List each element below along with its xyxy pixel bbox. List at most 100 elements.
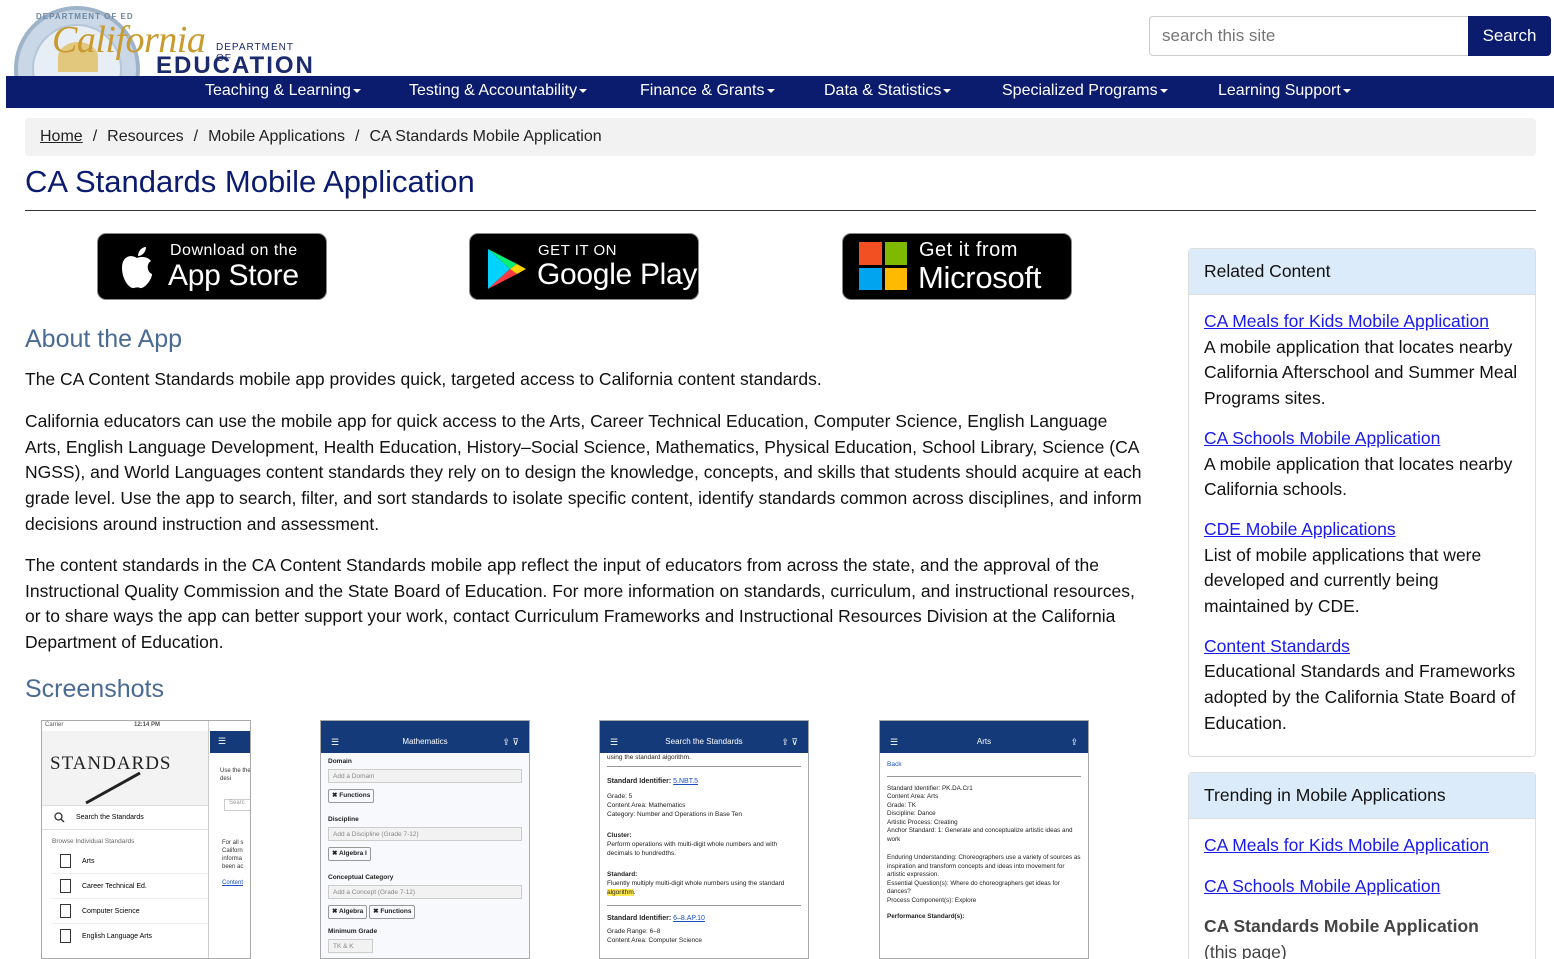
- trending-current-note: (this page): [1204, 942, 1287, 959]
- list-item[interactable]: English Language Arts: [52, 924, 208, 949]
- screenshot-home[interactable]: Carrier 12:14 PM STANDARDS Search the St…: [41, 720, 251, 959]
- about-paragraph-1: The CA Content Standards mobile app prov…: [25, 369, 822, 389]
- menu-icon: ☰: [890, 737, 899, 747]
- app-store-small: Download on the: [170, 242, 298, 259]
- about-paragraph-3: The content standards in the CA Content …: [25, 555, 1135, 653]
- google-play-badge[interactable]: GET IT ON Google Play: [469, 233, 699, 300]
- title-divider: [25, 210, 1536, 211]
- search-standards-label: Search the Standards: [76, 814, 144, 821]
- screenshot-search-results[interactable]: ☰ Search the Standards ⇪ ⊽ using the sta…: [599, 720, 809, 959]
- microsoft-big: Microsoft: [918, 260, 1042, 295]
- domain-select: Add a Domain: [328, 769, 522, 783]
- apple-icon: [122, 247, 152, 289]
- cde-logo[interactable]: DEPARTMENT OF ED California DEPARTMENT O…: [12, 6, 313, 79]
- filter-chip: ✖ Algebra: [328, 905, 368, 919]
- screenshot-mathematics[interactable]: ☰ Mathematics ⇪ ⊽ Domain Add a Domain ✖ …: [320, 720, 530, 959]
- app-bar-title: Search the Standards: [665, 737, 743, 746]
- list-item[interactable]: Career Technical Ed.: [52, 874, 208, 899]
- detail-line: Discipline: Dance: [887, 810, 936, 817]
- side-link: Content: [222, 880, 244, 886]
- related-desc: List of mobile applications that were de…: [1204, 544, 1482, 617]
- document-icon: [60, 854, 71, 868]
- breadcrumb-home[interactable]: Home: [40, 128, 83, 145]
- standard-link[interactable]: 6–8.AP.10: [673, 915, 705, 922]
- concept-select: Add a Concept (Grade 7-12): [328, 885, 522, 899]
- result-grade: Grade Range: 6–8: [607, 928, 661, 935]
- trending-link-meals[interactable]: CA Meals for Kids Mobile Application: [1204, 833, 1520, 859]
- related-link-cde-mobile[interactable]: CDE Mobile Applications: [1204, 517, 1520, 543]
- app-store-badge[interactable]: Download on the App Store: [97, 233, 327, 300]
- nav-teaching-learning[interactable]: Teaching & Learning: [205, 82, 361, 100]
- nav-specialized-programs[interactable]: Specialized Programs: [1002, 82, 1168, 100]
- detail-process: Process Component(s): Explore: [887, 896, 977, 904]
- breadcrumb-separator: /: [92, 128, 98, 145]
- caret-down-icon: [766, 88, 775, 93]
- trending-link-schools[interactable]: CA Schools Mobile Application: [1204, 874, 1520, 900]
- site-header: DEPARTMENT OF ED California DEPARTMENT O…: [0, 0, 1554, 79]
- search-icon: [54, 812, 65, 823]
- list-item[interactable]: Computer Science: [52, 899, 208, 924]
- caret-down-icon: [352, 88, 361, 93]
- search-button[interactable]: Search: [1468, 16, 1551, 56]
- detail-essential: Essential Question(s): Where do choreogr…: [887, 879, 1060, 896]
- caret-down-icon: [579, 88, 588, 93]
- search-input[interactable]: [1149, 16, 1469, 56]
- breadcrumb-mobile-applications[interactable]: Mobile Applications: [208, 128, 345, 145]
- about-paragraph-2: California educators can use the mobile …: [25, 411, 1142, 534]
- related-link-schools[interactable]: CA Schools Mobile Application: [1204, 426, 1520, 452]
- app-bar-title: Mathematics: [402, 737, 448, 746]
- result-cluster: Perform operations with multi-digit whol…: [607, 841, 778, 857]
- caret-down-icon: [1159, 88, 1168, 93]
- google-play-icon: [488, 249, 526, 289]
- discipline-select: Add a Discipline (Grade 7-12): [328, 827, 522, 841]
- related-desc: A mobile application that locates nearby…: [1204, 453, 1513, 500]
- result-grade: Grade: 5: [607, 793, 633, 800]
- search-standards-row[interactable]: Search the Standards: [42, 806, 208, 830]
- microsoft-badge[interactable]: Get it from Microsoft: [842, 233, 1072, 300]
- nav-finance-grants[interactable]: Finance & Grants: [640, 82, 775, 100]
- detail-line: Anchor Standard: 1: Generate and concept…: [887, 827, 1073, 843]
- side-search-field: Searc: [224, 799, 250, 811]
- status-time: 12:14 PM: [134, 722, 161, 728]
- min-grade-select: TK & K: [328, 939, 373, 953]
- pen-icon: [85, 771, 141, 805]
- filter-icon: ⇪ ⊽: [502, 737, 519, 747]
- microsoft-small: Get it from: [919, 239, 1018, 261]
- browse-label: Browse Individual Standards: [52, 838, 135, 845]
- breadcrumb-resources[interactable]: Resources: [107, 128, 183, 145]
- nav-data-statistics[interactable]: Data & Statistics: [824, 82, 952, 100]
- list-item[interactable]: Arts: [52, 849, 208, 874]
- menu-icon: ☰: [610, 737, 619, 747]
- app-bar: ☰ Search the Standards ⇪ ⊽: [600, 731, 808, 753]
- detail-line: Artistic Process: Creating: [887, 818, 958, 826]
- related-content-heading: Related Content: [1189, 249, 1535, 295]
- back-link[interactable]: Back: [887, 757, 1081, 777]
- min-grade-label: Minimum Grade: [328, 928, 378, 935]
- related-desc: A mobile application that locates nearby…: [1204, 336, 1518, 409]
- related-link-content-standards[interactable]: Content Standards: [1204, 634, 1520, 660]
- filter-icon: ⇪ ⊽: [781, 737, 798, 747]
- nav-testing-accountability[interactable]: Testing & Accountability: [409, 82, 588, 100]
- related-content-card: Related Content CA Meals for Kids Mobile…: [1188, 248, 1536, 757]
- related-desc: Educational Standards and Frameworks ado…: [1204, 661, 1516, 733]
- google-play-small: GET IT ON: [538, 242, 617, 259]
- side-text: For all s Californ informa been ac: [222, 840, 244, 870]
- status-carrier: Carrier: [45, 722, 64, 728]
- app-bar: ☰ Arts ⇪: [880, 731, 1088, 753]
- document-icon: [60, 879, 71, 893]
- side-text: Use the the desi: [220, 768, 251, 782]
- detail-line: Standard Identifier: PK.DA.Cr1: [887, 784, 973, 792]
- related-link-meals[interactable]: CA Meals for Kids Mobile Application: [1204, 309, 1520, 335]
- page-title: CA Standards Mobile Application: [25, 164, 475, 199]
- filter-chip: ✖ Functions: [369, 905, 416, 919]
- domain-label: Domain: [328, 758, 352, 765]
- nav-learning-support[interactable]: Learning Support: [1218, 82, 1351, 100]
- result-category: Category: Number and Operations in Base …: [607, 811, 743, 818]
- result-area: Content Area: Mathematics: [607, 802, 686, 809]
- standard-link[interactable]: 5.NBT.5: [673, 778, 698, 785]
- menu-icon: ☰: [210, 731, 250, 753]
- breadcrumb-separator: /: [355, 128, 360, 145]
- app-bar-title: Arts: [976, 737, 992, 746]
- detail-performance: Performance Standard(s):: [887, 913, 965, 920]
- screenshot-arts[interactable]: ☰ Arts ⇪ Back Standard Identifier: PK.DA…: [879, 720, 1089, 959]
